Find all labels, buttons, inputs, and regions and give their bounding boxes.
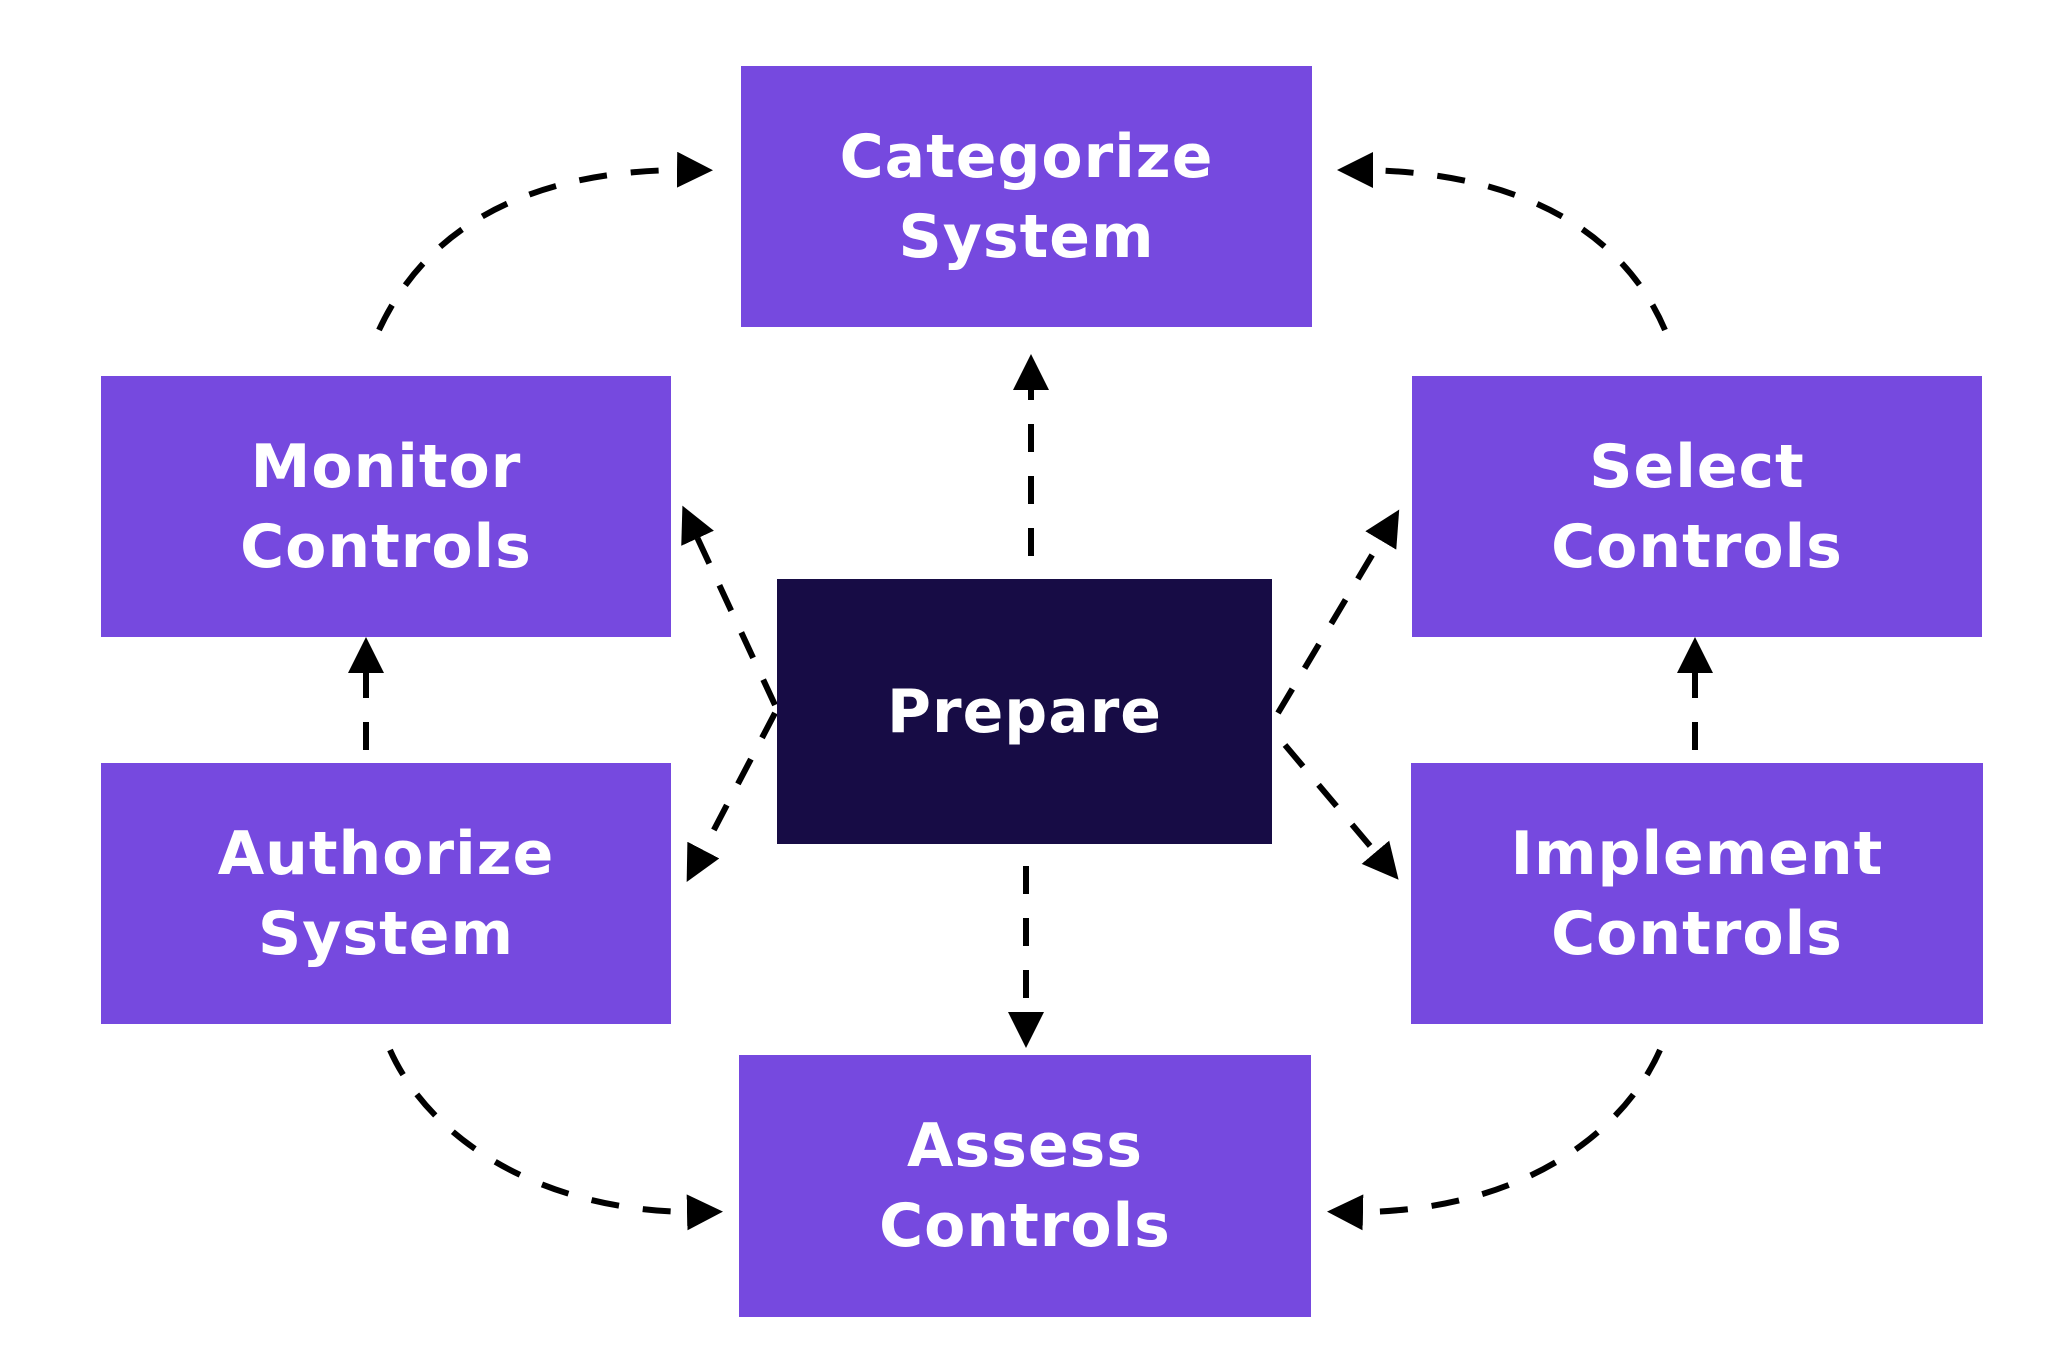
center-label: Prepare [887,676,1162,747]
step-label-line: Controls [1551,511,1843,582]
edge-prepare-monitor [681,505,778,707]
edge-prepare-select [1275,509,1400,715]
edge-prepare-authorize [686,711,778,882]
step-select-controls: Select Controls [1412,376,1982,637]
step-label-line: Controls [879,1191,1171,1261]
edge-monitor-categorize [376,151,713,332]
step-label-line: Categorize [839,121,1214,192]
step-categorize-system: Categorize System [741,66,1312,327]
step-monitor-controls: Monitor Controls [101,376,671,637]
step-implement-controls: Implement Controls [1411,763,1983,1024]
step-label-line: Controls [1551,898,1843,969]
step-label-line: Assess [907,1111,1143,1181]
edge-implement-assess [1327,1048,1663,1231]
step-assess-controls: Assess Controls [739,1055,1311,1317]
step-label-line: Controls [240,511,532,582]
step-label-line: Select [1589,431,1805,502]
step-authorize-system: Authorize System [101,763,671,1024]
step-label-line: System [898,201,1155,272]
center-prepare: Prepare [777,579,1272,844]
edge-prepare-implement [1282,743,1399,880]
step-label-line: Monitor [250,431,522,502]
step-label-line: Implement [1510,818,1884,889]
edge-select-categorize [1337,152,1668,332]
edge-authorize-assess [387,1048,723,1231]
step-label-line: Authorize [217,818,555,889]
step-label-line: System [258,898,514,969]
